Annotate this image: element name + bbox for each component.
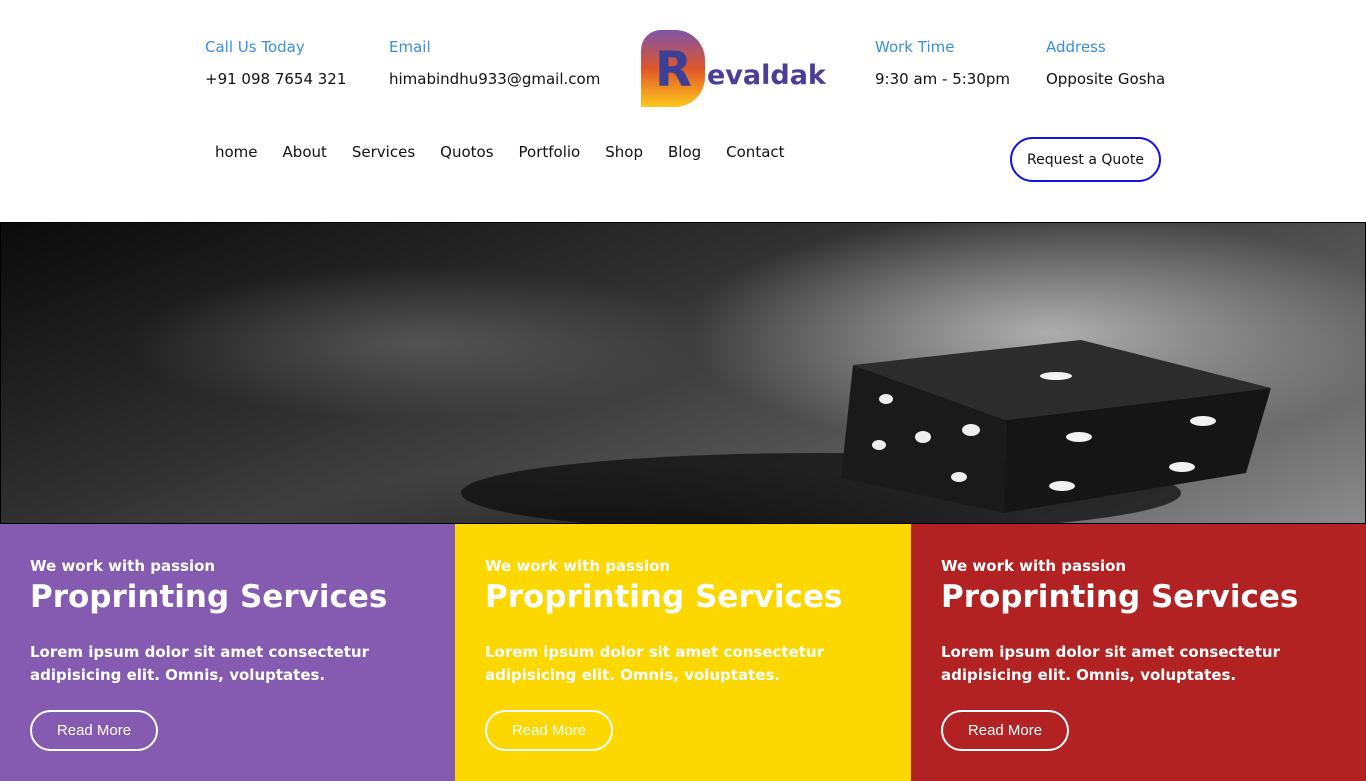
nav-about[interactable]: About bbox=[283, 143, 327, 161]
logo-initial: R bbox=[655, 42, 692, 98]
service-card: We work with passion Proprinting Service… bbox=[0, 524, 456, 781]
contact-address: Address Opposite Gosha bbox=[1046, 38, 1165, 88]
address-label: Address bbox=[1046, 38, 1106, 56]
service-card: We work with passion Proprinting Service… bbox=[455, 524, 911, 781]
work-time-value: 9:30 am - 5:30pm bbox=[875, 70, 1011, 88]
card-title: Proprinting Services bbox=[30, 579, 388, 615]
hero-image bbox=[0, 222, 1366, 524]
site-logo[interactable]: R evaldak bbox=[641, 30, 831, 108]
nav-blog[interactable]: Blog bbox=[668, 143, 701, 161]
address-value: Opposite Gosha bbox=[1046, 70, 1166, 88]
read-more-button[interactable]: Read More bbox=[485, 710, 613, 751]
contact-email: Email himabindhu933@gmail.com bbox=[389, 38, 600, 88]
read-more-button[interactable]: Read More bbox=[30, 710, 158, 751]
nav-shop[interactable]: Shop bbox=[605, 143, 643, 161]
nav-portfolio[interactable]: Portfolio bbox=[519, 143, 581, 161]
card-kicker: We work with passion bbox=[485, 557, 671, 575]
service-card: We work with passion Proprinting Service… bbox=[911, 524, 1366, 781]
contact-work-time: Work Time 9:30 am - 5:30pm bbox=[875, 38, 1010, 88]
request-quote-button[interactable]: Request a Quote bbox=[1010, 137, 1161, 182]
nav-quotos[interactable]: Quotos bbox=[440, 143, 493, 161]
main-nav: home About Services Quotos Portfolio Sho… bbox=[215, 143, 810, 161]
email-label: Email bbox=[389, 38, 431, 56]
dice-image bbox=[461, 340, 1271, 523]
card-text: Lorem ipsum dolor sit amet consectetur a… bbox=[30, 643, 369, 684]
logo-text: evaldak bbox=[707, 60, 826, 91]
email-address[interactable]: himabindhu933@gmail.com bbox=[389, 70, 600, 88]
work-time-label: Work Time bbox=[875, 38, 955, 56]
card-text: Lorem ipsum dolor sit amet consectetur a… bbox=[485, 643, 824, 684]
card-kicker: We work with passion bbox=[941, 557, 1127, 575]
nav-contact[interactable]: Contact bbox=[726, 143, 784, 161]
contact-call: Call Us Today +91 098 7654 321 bbox=[205, 38, 346, 88]
card-title: Proprinting Services bbox=[485, 579, 843, 615]
card-text: Lorem ipsum dolor sit amet consectetur a… bbox=[941, 643, 1280, 684]
nav-services[interactable]: Services bbox=[352, 143, 415, 161]
call-label: Call Us Today bbox=[205, 38, 305, 56]
card-kicker: We work with passion bbox=[30, 557, 216, 575]
phone-number[interactable]: +91 098 7654 321 bbox=[205, 70, 346, 88]
read-more-button[interactable]: Read More bbox=[941, 710, 1069, 751]
nav-home[interactable]: home bbox=[215, 143, 258, 161]
card-title: Proprinting Services bbox=[941, 579, 1299, 615]
